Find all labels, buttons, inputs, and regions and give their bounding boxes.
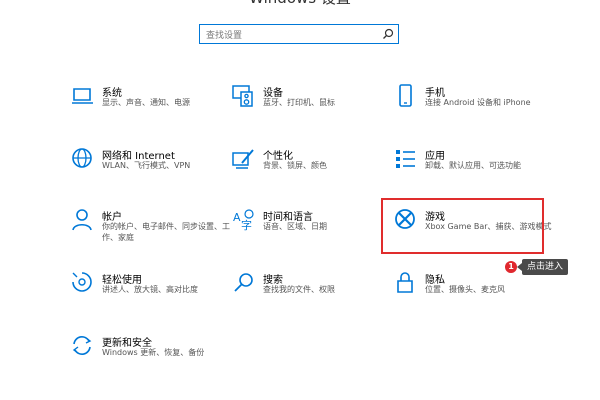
tile-personalization[interactable]: 个性化 背景、锁屏、颜色 xyxy=(232,147,397,191)
tile-accounts[interactable]: 帐户 你的帐户、电子邮件、同步设置、工作、家庭 xyxy=(71,208,236,252)
svg-text:字: 字 xyxy=(241,218,252,232)
tile-desc: 背景、锁屏、颜色 xyxy=(263,161,327,170)
tile-apps[interactable]: 应用 卸载、默认应用、可选功能 xyxy=(394,147,559,191)
tile-desc: 显示、声音、通知、电源 xyxy=(102,98,190,107)
personalization-icon xyxy=(232,147,256,171)
time-language-icon: A 字 xyxy=(233,208,256,232)
tile-desc: 讲述人、放大镜、高对比度 xyxy=(102,285,198,294)
tile-ease-of-access[interactable]: 轻松使用 讲述人、放大镜、高对比度 xyxy=(71,271,236,315)
tile-update-security[interactable]: 更新和安全 Windows 更新、恢复、备份 xyxy=(71,334,236,378)
tile-system[interactable]: 系统 显示、声音、通知、电源 xyxy=(71,84,236,128)
ease-of-access-icon xyxy=(71,271,95,295)
tile-privacy[interactable]: 隐私 位置、摄像头、麦克风 xyxy=(394,271,559,315)
search-placeholder: 查找设置 xyxy=(206,31,243,41)
click-hint-tooltip: 点击进入 xyxy=(516,259,569,275)
tile-desc: 连接 Android 设备和 iPhone xyxy=(425,98,531,107)
tile-desc: 你的帐户、电子邮件、同步设置、工作、家庭 xyxy=(102,222,230,242)
person-icon xyxy=(71,208,95,232)
tile-desc: 蓝牙、打印机、鼠标 xyxy=(263,98,335,107)
tile-desc: WLAN、飞行模式、VPN xyxy=(102,161,191,170)
tile-desc: 卸载、默认应用、可选功能 xyxy=(425,161,521,170)
tile-devices[interactable]: 设备 蓝牙、打印机、鼠标 xyxy=(232,84,397,128)
tile-search[interactable]: 搜索 查找我的文件、权限 xyxy=(232,271,397,315)
gaming-highlight-box xyxy=(381,198,544,254)
search-icon[interactable] xyxy=(382,28,394,40)
step-badge: 1 xyxy=(505,261,517,273)
apps-list-icon xyxy=(396,150,418,168)
tile-desc: 语音、区域、日期 xyxy=(263,222,327,231)
tile-time-language[interactable]: A 字 时间和语言 语音、区域、日期 xyxy=(232,208,397,252)
search-icon xyxy=(232,271,256,295)
devices-icon xyxy=(232,84,256,108)
phone-icon xyxy=(394,84,418,108)
update-icon xyxy=(71,334,95,358)
svg-text:A: A xyxy=(233,211,241,224)
laptop-icon xyxy=(71,84,95,108)
tile-desc: Windows 更新、恢复、备份 xyxy=(102,348,205,357)
tile-network[interactable]: 网络和 Internet WLAN、飞行模式、VPN xyxy=(71,147,236,191)
lock-icon xyxy=(394,271,418,295)
search-input[interactable]: 查找设置 xyxy=(199,24,399,44)
tile-desc: 位置、摄像头、麦克风 xyxy=(425,285,505,294)
tile-desc: 查找我的文件、权限 xyxy=(263,285,335,294)
globe-icon xyxy=(71,147,95,171)
window-title: Windows 设置 xyxy=(0,0,600,8)
tile-phone[interactable]: 手机 连接 Android 设备和 iPhone xyxy=(394,84,559,128)
